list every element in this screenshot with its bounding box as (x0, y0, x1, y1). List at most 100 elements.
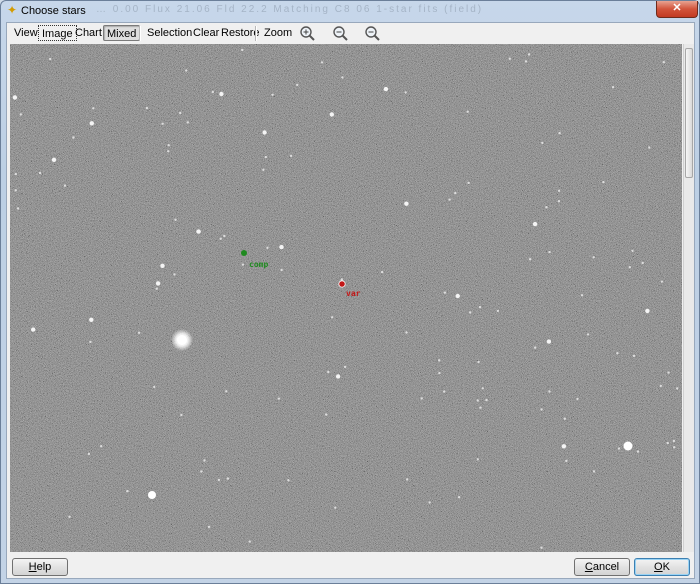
view-label: View (14, 27, 38, 39)
field-star (602, 180, 605, 184)
field-star (469, 311, 472, 314)
field-star (287, 479, 290, 482)
field-star (248, 540, 251, 543)
field-star (467, 181, 470, 185)
field-star (561, 444, 567, 449)
field-star (223, 234, 226, 238)
cancel-label-rest: ancel (592, 561, 620, 573)
zoom-fit-icon[interactable] (332, 25, 350, 42)
field-star (289, 154, 293, 158)
field-star (72, 136, 75, 139)
field-star (404, 201, 409, 206)
field-star (631, 249, 634, 253)
field-star (592, 470, 596, 473)
field-star (340, 278, 343, 281)
field-star (476, 399, 479, 402)
zoom-in-icon[interactable] (299, 25, 317, 42)
field-star (659, 384, 662, 388)
field-star (271, 93, 274, 96)
field-star (481, 387, 484, 390)
background-window-text: … 0.00 Flux 21.06 Fld 22.2 Matching C8 0… (96, 4, 484, 15)
field-star (557, 189, 561, 192)
field-star (541, 141, 544, 145)
field-star (51, 157, 57, 162)
field-star (211, 90, 214, 94)
field-star (546, 339, 552, 344)
title-bar[interactable]: ✦ Choose stars … 0.00 Flux 21.06 Fld 22.… (1, 1, 699, 21)
field-star (443, 291, 447, 294)
help-accelerator: H (28, 561, 37, 573)
help-label-rest: elp (36, 561, 52, 573)
zoom-out-icon[interactable] (364, 25, 382, 42)
bright-star (623, 441, 633, 451)
field-star (219, 237, 222, 240)
scrollbar-thumb[interactable] (685, 48, 693, 178)
field-star (334, 506, 337, 509)
field-star (457, 496, 461, 499)
field-star (448, 198, 451, 201)
ok-button[interactable]: OK (634, 558, 690, 576)
field-star (617, 447, 621, 450)
field-star (532, 221, 538, 227)
field-star (616, 352, 619, 355)
field-star (341, 76, 344, 79)
field-star (173, 273, 176, 276)
help-button[interactable]: Help (12, 558, 68, 576)
field-star (648, 146, 651, 149)
close-button[interactable]: ✕ (656, 1, 698, 18)
field-star (14, 189, 17, 192)
field-star (200, 470, 203, 473)
field-star (241, 263, 245, 266)
field-star (443, 390, 446, 393)
comp-star-marker (241, 250, 247, 256)
image-mode-button[interactable]: Image (38, 25, 77, 41)
field-star (161, 122, 164, 125)
chart-mode-button[interactable]: Chart (72, 25, 105, 41)
field-star (636, 450, 640, 453)
vertical-scrollbar[interactable] (683, 44, 694, 552)
star-field-image[interactable]: comp var (10, 44, 682, 552)
field-star (455, 293, 460, 299)
field-star (155, 287, 158, 290)
field-star (496, 309, 500, 313)
field-star (576, 397, 579, 401)
field-star (137, 331, 141, 334)
field-star (264, 155, 267, 159)
field-star (31, 327, 36, 332)
var-star-marker (338, 280, 346, 288)
field-star (280, 268, 283, 272)
mixed-mode-button[interactable]: Mixed (103, 25, 141, 41)
var-star-label: var (346, 289, 361, 298)
star-field-canvas[interactable]: comp var (10, 44, 682, 552)
toolbar-separator (255, 26, 257, 41)
field-star (466, 110, 469, 113)
field-star (632, 354, 636, 358)
field-star (100, 445, 103, 448)
field-star (667, 371, 670, 374)
field-star (160, 263, 165, 268)
field-star (548, 390, 551, 393)
field-star (19, 113, 22, 116)
field-star (153, 385, 156, 389)
selection-label: Selection (147, 27, 193, 39)
field-star (225, 390, 228, 393)
field-star (645, 308, 650, 314)
field-star (485, 398, 488, 402)
field-star (476, 458, 479, 461)
cancel-button[interactable]: Cancel (574, 558, 630, 576)
field-star (527, 53, 531, 56)
field-star (279, 244, 284, 250)
field-star (167, 150, 170, 153)
field-star (266, 246, 269, 249)
field-star (540, 408, 543, 411)
field-star (126, 489, 129, 493)
toolbar-separator (139, 26, 141, 41)
field-star (580, 294, 584, 297)
field-star (262, 130, 267, 135)
field-star (383, 86, 389, 92)
field-star (277, 397, 281, 400)
field-star (68, 515, 71, 518)
field-star (167, 144, 170, 147)
field-star (479, 406, 482, 409)
field-star (586, 333, 590, 336)
